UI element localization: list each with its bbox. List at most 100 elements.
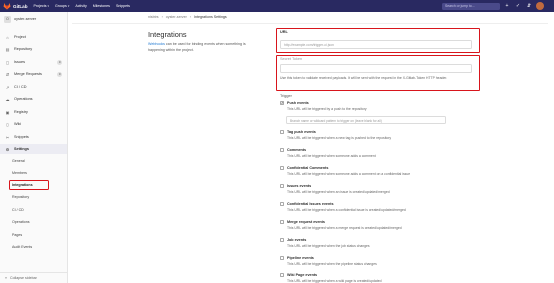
- sidebar-item-label: Snippets: [14, 135, 29, 139]
- count-badge: 0: [57, 71, 62, 77]
- trigger-description: This URL will be triggered when a new ta…: [287, 135, 392, 140]
- sidebar-item-label: Project: [14, 35, 26, 39]
- trigger-name: Issues events: [287, 183, 312, 188]
- sidebar-item-label: Registry: [14, 110, 28, 114]
- settings-sub-audit-events[interactable]: Audit Events: [0, 242, 67, 252]
- sidebar-item-label: Repository: [14, 47, 33, 51]
- sidebar-item-ci-cd[interactable]: ↗ CI / CD: [0, 82, 67, 92]
- top-navbar: GitLab Projects ▾ Groups ▾ Activity Milest…: [0, 0, 554, 12]
- nav-activity[interactable]: Activity: [75, 4, 86, 8]
- brand-name[interactable]: GitLab: [13, 4, 28, 9]
- collapse-sidebar-label: Collapse sidebar: [10, 276, 37, 280]
- trigger-description: This URL will be triggered when a wiki p…: [287, 278, 382, 283]
- breadcrumb-group[interactable]: nisbtrs: [148, 15, 159, 19]
- merge-request-events-checkbox[interactable]: [280, 220, 285, 225]
- settings-sub-operations[interactable]: Operations: [0, 217, 67, 227]
- breadcrumb: nisbtrs › oyster-server › Integrations S…: [148, 15, 227, 19]
- wiki-page-events-checkbox[interactable]: [280, 273, 285, 278]
- nav-snippets[interactable]: Snippets: [116, 4, 130, 8]
- job-events-checkbox[interactable]: [280, 238, 285, 243]
- avatar[interactable]: [536, 2, 544, 10]
- sidebar-item-project[interactable]: ⌂ Project: [0, 32, 67, 42]
- count-badge: 0: [57, 59, 62, 65]
- sidebar-item-wiki[interactable]: ▯ Wiki: [0, 119, 67, 129]
- sidebar-item-repository[interactable]: ▤ Repository: [0, 44, 67, 54]
- sidebar-item-label: Issues: [14, 60, 25, 64]
- nav-milestones[interactable]: Milestones: [93, 4, 110, 8]
- integrations-highlight-box: [9, 180, 49, 190]
- trigger-description: This URL will be triggered when an issue…: [287, 189, 390, 194]
- settings-sub-general[interactable]: General: [0, 156, 67, 166]
- gitlab-logo-icon[interactable]: [3, 2, 11, 10]
- double-chevron-left-icon: «: [5, 276, 7, 280]
- trigger-name: Wiki Page events: [287, 272, 318, 277]
- tag-push-events-checkbox[interactable]: [280, 130, 285, 135]
- nav-projects[interactable]: Projects ▾: [34, 4, 50, 8]
- divider: [72, 23, 548, 24]
- branch-filter-input[interactable]: Branch name or wildcard pattern to trigg…: [286, 116, 446, 124]
- sidebar-item-label: Operations: [14, 97, 33, 101]
- nav-groups-label: Groups: [55, 4, 67, 8]
- webhooks-link[interactable]: Webhooks: [148, 42, 165, 46]
- trigger-description: This URL will be triggered when someone …: [287, 153, 376, 158]
- sidebar-item-label: Settings: [14, 147, 29, 151]
- issues-events-checkbox[interactable]: [280, 184, 285, 189]
- trigger-description: This URL will be triggered when someone …: [287, 171, 411, 176]
- merge-request-icon: ⇵: [5, 71, 10, 77]
- scissors-icon: ✂: [5, 134, 10, 140]
- gear-icon: ⚙: [5, 146, 10, 152]
- sidebar-item-snippets[interactable]: ✂ Snippets: [0, 132, 67, 142]
- nav-projects-label: Projects: [33, 4, 47, 8]
- trigger-description: This URL will be triggered when the pipe…: [287, 261, 377, 266]
- book-icon: ▤: [5, 46, 10, 52]
- rocket-icon: ↗: [5, 84, 10, 90]
- sidebar-item-operations[interactable]: ☁ Operations: [0, 94, 67, 104]
- confidential-comments-checkbox[interactable]: [280, 166, 285, 171]
- trigger-label: Trigger: [280, 94, 292, 98]
- book-open-icon: ▯: [6, 121, 9, 127]
- url-highlight-box: [276, 28, 480, 53]
- trigger-description: This URL will be triggered by a push to …: [287, 106, 367, 111]
- sidebar: O oyster-server ⌂ Project ▤ Repository ◻ Is…: [0, 12, 68, 283]
- settings-sub-repository[interactable]: Repository: [0, 192, 67, 202]
- trigger-name: Push events: [287, 100, 309, 105]
- chevron-right-icon: ›: [161, 15, 163, 19]
- sidebar-item-settings[interactable]: ⚙ Settings: [0, 144, 67, 154]
- sidebar-project-header[interactable]: O oyster-server: [0, 12, 67, 26]
- search-input[interactable]: Search or jump to...: [442, 2, 500, 10]
- trigger-name: Tag push events: [287, 129, 316, 134]
- sidebar-item-merge-requests[interactable]: ⇵ Merge Requests 0: [0, 69, 67, 79]
- trigger-name: Merge request events: [287, 219, 325, 224]
- trigger-description: This URL will be triggered when a confid…: [287, 207, 406, 212]
- merge-request-icon[interactable]: ⇵: [525, 2, 533, 10]
- home-icon: ⌂: [6, 34, 9, 40]
- nav-groups[interactable]: Groups ▾: [55, 4, 69, 8]
- settings-sub-ci-cd[interactable]: CI / CD: [0, 205, 67, 215]
- plus-icon[interactable]: +: [503, 2, 511, 10]
- sidebar-item-issues[interactable]: ◻ Issues 0: [0, 57, 67, 67]
- chevron-right-icon: ›: [189, 15, 191, 19]
- navbar-right-icons: + ✓ ⇵: [503, 2, 544, 10]
- trigger-name: Confidential Issues events: [287, 201, 334, 206]
- comments-checkbox[interactable]: [280, 148, 285, 153]
- secret-token-highlight-box: [276, 55, 480, 91]
- sidebar-item-label: Merge Requests: [14, 72, 42, 76]
- breadcrumb-current[interactable]: Integrations Settings: [194, 15, 227, 19]
- settings-sub-members[interactable]: Members: [0, 168, 67, 178]
- confidential-issues-events-checkbox[interactable]: [280, 202, 285, 207]
- pipeline-events-checkbox[interactable]: [280, 256, 285, 261]
- cloud-icon: ☁: [5, 96, 10, 102]
- trigger-name: Pipeline events: [287, 255, 314, 260]
- sidebar-item-registry[interactable]: ▣ Registry: [0, 107, 67, 117]
- collapse-sidebar-button[interactable]: «Collapse sidebar: [0, 272, 67, 283]
- project-avatar: O: [4, 15, 11, 23]
- settings-sub-pages[interactable]: Pages: [0, 230, 67, 240]
- breadcrumb-project[interactable]: oyster-server: [166, 15, 187, 19]
- trigger-description: This URL will be triggered when a merge …: [287, 225, 402, 230]
- trigger-description: This URL will be triggered when the job …: [287, 243, 370, 248]
- todo-icon[interactable]: ✓: [514, 2, 522, 10]
- trigger-name: Confidential Comments: [287, 165, 329, 170]
- chevron-down-icon: ▾: [47, 4, 50, 8]
- push-events-checkbox[interactable]: ✓: [280, 101, 285, 106]
- project-name: oyster-server: [14, 17, 37, 21]
